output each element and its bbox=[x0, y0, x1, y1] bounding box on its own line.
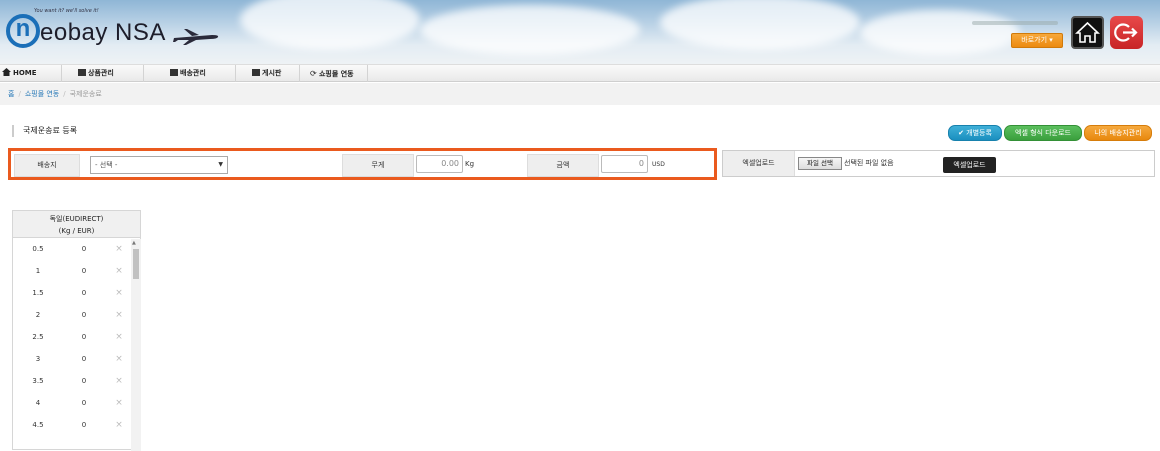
rate-table-unit: (Kg / EUR) bbox=[58, 227, 95, 235]
table-row: 2 0 × bbox=[13, 305, 131, 325]
box-icon bbox=[78, 69, 86, 76]
row-price[interactable]: 0 bbox=[69, 327, 99, 347]
delete-row-icon[interactable]: × bbox=[113, 371, 125, 391]
destination-select-value: - 선택 - bbox=[95, 161, 118, 169]
table-row: 3 0 × bbox=[13, 349, 131, 369]
weight-label: 무게 bbox=[342, 154, 414, 177]
amount-input[interactable]: 0 bbox=[601, 155, 648, 173]
row-weight: 4.5 bbox=[32, 421, 44, 429]
table-row: 1.5 0 × bbox=[13, 283, 131, 303]
user-name-blurred bbox=[972, 19, 1062, 27]
header: You want it? we'll solve it! n eobay NSA… bbox=[0, 0, 1160, 64]
logo-wordmark: eobay NSA bbox=[40, 19, 166, 46]
destination-select[interactable]: - 선택 - ▼ bbox=[90, 156, 228, 174]
row-weight: 1.5 bbox=[32, 289, 44, 297]
cloud-decoration bbox=[240, 0, 420, 50]
delete-row-icon[interactable]: × bbox=[113, 415, 125, 435]
excel-upload-button[interactable]: 엑셀업로드 bbox=[943, 157, 996, 173]
row-weight: 2 bbox=[35, 311, 41, 319]
breadcrumb: 홈 / 쇼핑몰 연동 / 국제운송료 bbox=[0, 83, 1160, 105]
weight-input[interactable]: 0.00 bbox=[416, 155, 463, 173]
delete-row-icon[interactable]: × bbox=[113, 239, 125, 259]
table-row: 4.5 0 × bbox=[13, 415, 131, 435]
amount-unit: USD bbox=[652, 161, 665, 168]
row-weight: 3 bbox=[35, 355, 41, 363]
table-row: 2.5 0 × bbox=[13, 327, 131, 347]
nav-item-home[interactable]: HOME bbox=[0, 65, 62, 82]
logo-slogan: You want it? we'll solve it! bbox=[34, 8, 99, 14]
row-price[interactable]: 0 bbox=[69, 415, 99, 435]
rate-table-country: 독일(EUDIRECT) bbox=[49, 215, 104, 223]
table-row: 1 0 × bbox=[13, 261, 131, 281]
row-price[interactable]: 0 bbox=[69, 371, 99, 391]
row-price[interactable]: 0 bbox=[69, 239, 99, 259]
truck-icon bbox=[170, 69, 178, 76]
rate-table-scrollbar[interactable]: ▲ bbox=[131, 239, 141, 451]
scrollbar-thumb[interactable] bbox=[133, 249, 139, 279]
file-select-button[interactable]: 파일 선택 bbox=[798, 157, 842, 170]
page-title: 국제운송료 등록 bbox=[12, 125, 77, 137]
destination-label: 배송지 bbox=[14, 154, 80, 177]
table-row: 3.5 0 × bbox=[13, 371, 131, 391]
row-weight: 3.5 bbox=[32, 377, 44, 385]
nav-item-shipping[interactable]: 배송관리 bbox=[144, 65, 236, 82]
table-row: 0.5 0 × bbox=[13, 239, 131, 259]
delete-row-icon[interactable]: × bbox=[113, 305, 125, 325]
breadcrumb-parent[interactable]: 쇼핑몰 연동 bbox=[25, 90, 59, 98]
nav-item-shop-link[interactable]: ⟳ 쇼핑몰 연동 bbox=[300, 65, 368, 82]
row-price[interactable]: 0 bbox=[69, 283, 99, 303]
chevron-down-icon: ▼ bbox=[218, 161, 223, 168]
amount-label: 금액 bbox=[527, 154, 599, 177]
delete-row-icon[interactable]: × bbox=[113, 393, 125, 413]
scroll-up-icon: ▲ bbox=[132, 240, 136, 246]
home-button[interactable] bbox=[1071, 16, 1104, 49]
row-weight: 1 bbox=[35, 267, 41, 275]
rate-table: 독일(EUDIRECT) (Kg / EUR) 0.5 0 × 1 0 × 1.5 0 × 2 0 ×… bbox=[12, 210, 141, 451]
row-weight: 2.5 bbox=[32, 333, 44, 341]
cloud-decoration bbox=[660, 0, 860, 50]
logout-icon bbox=[1114, 23, 1138, 42]
excel-upload-label: 엑셀업로드 bbox=[723, 151, 795, 176]
board-icon bbox=[252, 69, 260, 76]
home-icon bbox=[2, 68, 11, 76]
shortcut-dropdown-button[interactable]: 바로가기 ▾ bbox=[1011, 33, 1063, 48]
table-row: 4 0 × bbox=[13, 393, 131, 413]
home-icon bbox=[1075, 21, 1100, 43]
shipping-rate-form: 배송지 - 선택 - ▼ 무게 0.00 Kg 금액 0 USD bbox=[8, 148, 717, 180]
excel-format-download-button[interactable]: 엑셀 형식 다운로드 bbox=[1004, 125, 1082, 141]
delete-row-icon[interactable]: × bbox=[113, 261, 125, 281]
row-price[interactable]: 0 bbox=[69, 261, 99, 281]
rate-table-header: 독일(EUDIRECT) (Kg / EUR) bbox=[13, 211, 140, 238]
nav-item-board[interactable]: 게시판 bbox=[236, 65, 300, 82]
row-price[interactable]: 0 bbox=[69, 349, 99, 369]
delete-row-icon[interactable]: × bbox=[113, 283, 125, 303]
refresh-icon: ⟳ bbox=[310, 69, 317, 78]
main-nav: HOME 상품관리 배송관리 게시판 ⟳ 쇼핑몰 연동 bbox=[0, 64, 1160, 82]
row-price[interactable]: 0 bbox=[69, 305, 99, 325]
logout-button[interactable] bbox=[1110, 16, 1143, 49]
row-weight: 4 bbox=[35, 399, 41, 407]
my-shipping-manage-button[interactable]: 나의 배송지관리 bbox=[1084, 125, 1152, 141]
weight-unit: Kg bbox=[465, 160, 475, 168]
cloud-decoration bbox=[420, 5, 640, 55]
breadcrumb-current: 국제운송료 bbox=[69, 90, 102, 98]
excel-upload-row: 엑셀업로드 파일 선택 선택된 파일 없음 엑셀업로드 bbox=[722, 150, 1155, 177]
delete-row-icon[interactable]: × bbox=[113, 327, 125, 347]
row-price[interactable]: 0 bbox=[69, 393, 99, 413]
delete-row-icon[interactable]: × bbox=[113, 349, 125, 369]
logo-letter: n bbox=[6, 14, 40, 48]
nav-item-products[interactable]: 상품관리 bbox=[62, 65, 144, 82]
neobay-logo[interactable]: You want it? we'll solve it! n eobay NSA bbox=[4, 6, 224, 56]
cloud-decoration bbox=[860, 10, 1020, 55]
individual-register-button[interactable]: ✔ 개별등록 bbox=[948, 125, 1002, 141]
airplane-icon bbox=[173, 29, 219, 45]
row-weight: 0.5 bbox=[32, 245, 44, 253]
file-status-text: 선택된 파일 없음 bbox=[844, 159, 894, 167]
breadcrumb-home[interactable]: 홈 bbox=[8, 90, 14, 98]
